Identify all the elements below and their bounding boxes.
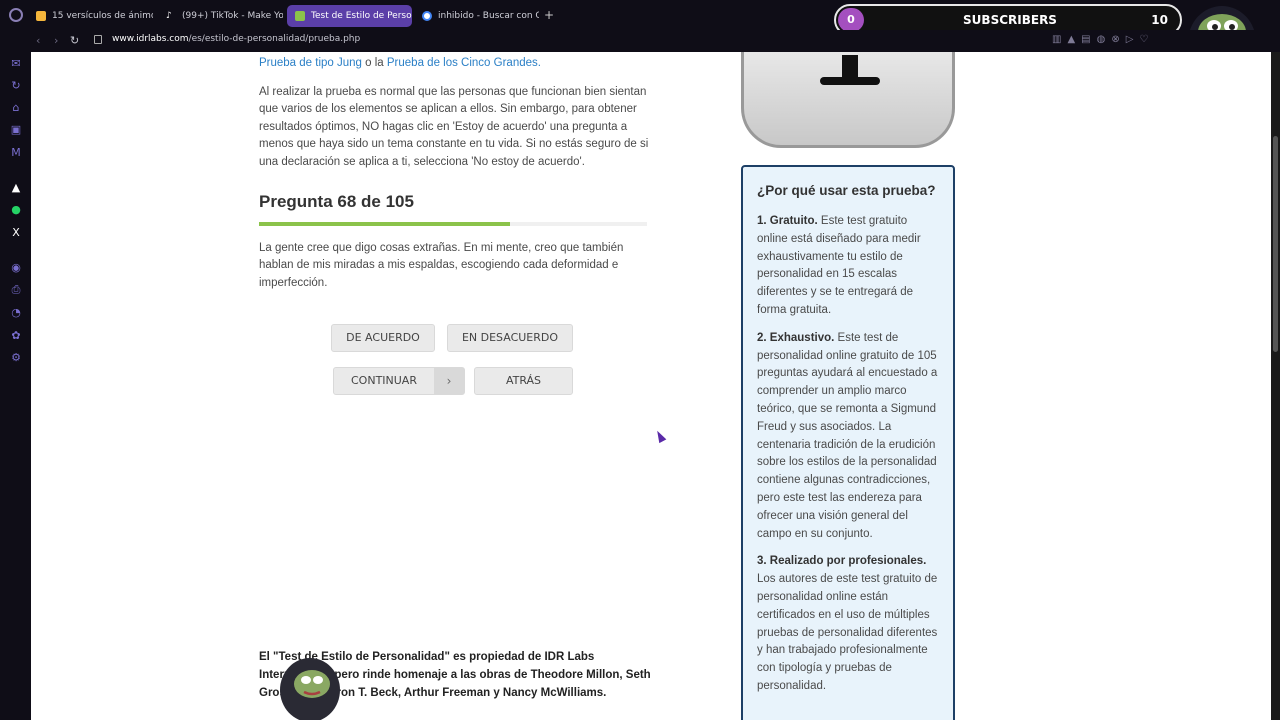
browser-window: 15 versículos de ánimo pa ♪ (99+) TikTok… (0, 0, 1280, 720)
why-item-professionals: 3. Realizado por profesionales. Los auto… (757, 553, 939, 695)
web-page: Prueba de tipo Jung o la Prueba de los C… (31, 52, 1271, 720)
why-item-body: Los autores de este test gratuito de per… (757, 573, 938, 692)
new-tab-button[interactable]: + (544, 8, 554, 22)
why-item-exhaustive: 2. Exhaustivo. Este test de personalidad… (757, 330, 939, 544)
refresh-icon[interactable]: ↻ (10, 80, 22, 92)
tab-versiculos[interactable]: 15 versículos de ánimo pa (28, 5, 153, 27)
chevron-right-icon: › (434, 368, 464, 394)
x-icon[interactable]: X (10, 227, 22, 239)
back-icon[interactable]: ‹ (36, 34, 40, 47)
history-icon[interactable]: ◔ (10, 307, 22, 319)
continue-label: CONTINUAR (351, 374, 417, 387)
reload-icon[interactable]: ↻ (70, 34, 79, 47)
tab-label: 15 versículos de ánimo pa (52, 11, 153, 21)
why-item-body: Este test de personalidad online gratuit… (757, 331, 938, 540)
idrlabs-logo-icon (741, 52, 955, 148)
tab-google-search[interactable]: inhibido - Buscar con Goo (414, 5, 539, 27)
intro-conjunction: o la (361, 57, 387, 69)
whatsapp-icon[interactable]: ● (10, 204, 22, 216)
disagree-button[interactable]: EN DESACUERDO (447, 324, 573, 352)
toolbar-icons[interactable]: ▥▲▤◍⊗▷♡ (1052, 34, 1154, 45)
url-field[interactable]: www.idrlabs.com/es/estilo-de-personalida… (112, 34, 360, 44)
scrollbar-thumb[interactable] (1273, 136, 1278, 352)
forward-icon[interactable]: › (54, 34, 58, 47)
intro-paragraph: Al realizar la prueba es normal que las … (259, 85, 649, 168)
why-item-head: 3. Realizado por profesionales. (757, 555, 927, 568)
why-item-head: 1. Gratuito. (757, 215, 818, 227)
progress-fill (259, 221, 511, 226)
intro-period: . (537, 57, 541, 69)
agree-button[interactable]: DE ACUERDO (331, 324, 435, 352)
bookmark-icon[interactable]: ⎙ (10, 284, 22, 296)
url-domain: www.idrlabs.com (112, 34, 189, 44)
tab-label: Test de Estilo de Persona (311, 11, 412, 21)
why-item-free: 1. Gratuito. Este test gratuito online e… (757, 213, 939, 320)
main-content: Prueba de tipo Jung o la Prueba de los C… (259, 52, 649, 292)
pepe-overlay-icon (280, 658, 340, 720)
tab-label: inhibido - Buscar con Goo (438, 11, 539, 21)
settings-icon[interactable]: ⚙ (10, 352, 22, 364)
shop-icon[interactable]: ⌂ (10, 102, 22, 114)
progress-bar (259, 221, 647, 226)
lock-icon (94, 35, 102, 44)
tab-test-estilo[interactable]: Test de Estilo de Persona (287, 5, 412, 27)
wallet-icon[interactable]: ▣ (10, 124, 22, 136)
music-icon[interactable]: M (10, 147, 22, 159)
address-bar: ‹ › ↻ www.idrlabs.com/es/estilo-de-perso… (0, 30, 1280, 52)
idrlabs-favicon-icon (295, 11, 305, 21)
back-button[interactable]: ATRÁS (474, 367, 573, 395)
extensions-icon[interactable]: ✿ (10, 330, 22, 342)
scrollbar[interactable] (1271, 52, 1280, 720)
spotify-icon[interactable]: ◉ (10, 262, 22, 274)
jung-test-link[interactable]: Prueba de tipo Jung (259, 57, 362, 69)
sidebar: ✉ ↻ ⌂ ▣ M ▲ ● X ◉ ⎙ ◔ ✿ ⚙ (0, 52, 31, 720)
google-favicon-icon (422, 11, 432, 21)
question-text: La gente cree que digo cosas extrañas. E… (259, 241, 624, 289)
why-item-body: Este test gratuito online está diseñado … (757, 215, 921, 316)
letter-i-icon (820, 55, 880, 85)
opera-menu-icon[interactable] (9, 8, 23, 22)
why-title: ¿Por qué usar esta prueba? (757, 183, 936, 198)
url-path: /es/estilo-de-personalidad/prueba.php (188, 34, 361, 44)
aria-icon[interactable]: ▲ (10, 182, 22, 194)
why-item-head: 2. Exhaustivo. (757, 331, 835, 344)
document-favicon-icon (36, 11, 46, 21)
big-five-link[interactable]: Prueba de los Cinco Grandes (387, 57, 538, 69)
question-heading: Pregunta 68 de 105 (259, 191, 414, 211)
intro-links: Prueba de tipo Jung o la Prueba de los C… (259, 55, 649, 73)
messenger-icon[interactable]: ✉ (10, 58, 22, 70)
tab-tiktok[interactable]: ♪ (99+) TikTok - Make Your (158, 5, 283, 27)
continue-button[interactable]: CONTINUAR › (333, 367, 465, 395)
tiktok-favicon-icon: ♪ (166, 11, 172, 21)
why-panel: ¿Por qué usar esta prueba? 1. Gratuito. … (741, 165, 955, 720)
tab-label: (99+) TikTok - Make Your (182, 11, 283, 21)
